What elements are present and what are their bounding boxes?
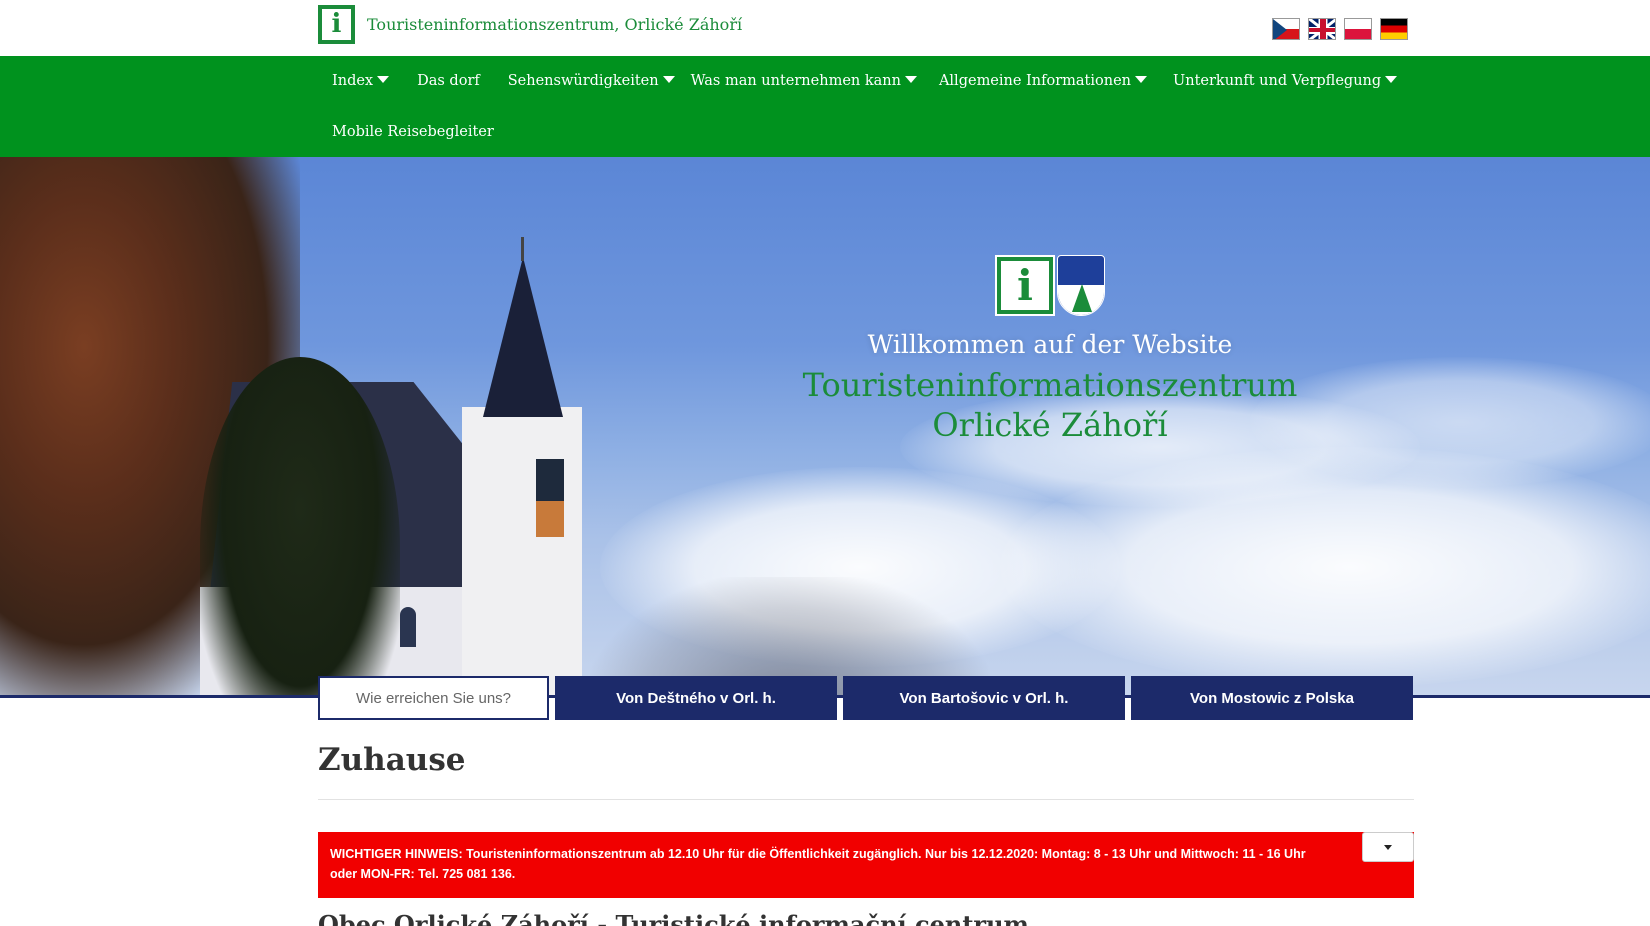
- section-heading: Obec Orlické Záhoří - Turistické informa…: [318, 910, 1029, 926]
- site-title[interactable]: Touristeninformationszentrum, Orlické Zá…: [367, 15, 742, 34]
- church-clock-base-image: [536, 501, 564, 537]
- caret-down-icon: [1385, 75, 1398, 83]
- caret-down-icon: [904, 75, 917, 83]
- de-flag-icon[interactable]: [1380, 18, 1408, 40]
- info-logo-icon: i: [318, 5, 355, 44]
- from-bartosovice-button[interactable]: Von Bartošovic v Orl. h.: [843, 676, 1125, 720]
- nav-row: Mobile Reisebegleiter: [318, 106, 508, 157]
- directions-buttons: Wie erreichen Sie uns? Von Deštného v Or…: [318, 676, 1413, 720]
- how-to-reach-us-button[interactable]: Wie erreichen Sie uns?: [318, 676, 549, 720]
- nav-item-mobile-reisebegleiter[interactable]: Mobile Reisebegleiter: [318, 106, 508, 157]
- hero-logos: i: [760, 255, 1340, 316]
- nav-item-das-dorf[interactable]: Das dorf: [403, 56, 494, 106]
- site-brand[interactable]: i Touristeninformationszentrum, Orlické …: [318, 5, 742, 44]
- church-tower-image: [462, 407, 582, 698]
- church-spire-image: [483, 257, 563, 417]
- info-logo-icon: i: [995, 255, 1055, 316]
- caret-down-icon: [662, 75, 675, 83]
- church-window-image: [400, 607, 416, 647]
- gb-flag-icon[interactable]: [1308, 18, 1336, 40]
- language-switcher: [1272, 18, 1408, 40]
- nav-item-index[interactable]: Index: [318, 56, 403, 106]
- main-navigation: Index Das dorf Sehenswürdigkeiten Was ma…: [0, 56, 1650, 157]
- nav-row: Index Das dorf Sehenswürdigkeiten Was ma…: [318, 56, 1411, 106]
- notice-toggle-button[interactable]: [1362, 832, 1414, 862]
- from-mostowice-button[interactable]: Von Mostowic z Polska: [1131, 676, 1413, 720]
- top-bar: i Touristeninformationszentrum, Orlické …: [0, 0, 1650, 56]
- caret-down-icon: [1135, 75, 1148, 83]
- hero-banner: i Willkommen auf der Website Touristenin…: [0, 157, 1650, 698]
- nav-item-unterkunft-und-verpflegung[interactable]: Unterkunft und Verpflegung: [1161, 56, 1411, 106]
- nav-item-sehenswuerdigkeiten[interactable]: Sehenswürdigkeiten: [494, 56, 689, 106]
- from-destne-button[interactable]: Von Deštného v Orl. h.: [555, 676, 837, 720]
- hero-content: i Willkommen auf der Website Touristenin…: [760, 255, 1340, 445]
- nav-item-was-man-unternehmen-kann[interactable]: Was man unternehmen kann: [689, 56, 931, 106]
- church-clock-image: [536, 459, 564, 501]
- caret-down-icon: [1384, 844, 1392, 850]
- important-notice-banner: WICHTIGER HINWEIS: Touristeninformations…: [318, 832, 1414, 898]
- nav-item-allgemeine-informationen[interactable]: Allgemeine Informationen: [931, 56, 1161, 106]
- hero-title-line: Touristeninformationszentrum: [802, 366, 1298, 404]
- notice-text: WICHTIGER HINWEIS: Touristeninformations…: [330, 847, 1306, 881]
- coat-of-arms-icon: [1057, 255, 1105, 316]
- caret-down-icon: [377, 75, 390, 83]
- divider: [318, 799, 1414, 800]
- page-title: Zuhause: [318, 742, 466, 778]
- cz-flag-icon[interactable]: [1272, 18, 1300, 40]
- hero-title-line: Orlické Záhoří: [932, 406, 1168, 444]
- hero-welcome-text: Willkommen auf der Website: [867, 330, 1233, 359]
- pl-flag-icon[interactable]: [1344, 18, 1372, 40]
- hero-title: Touristeninformationszentrum Orlické Záh…: [760, 365, 1340, 445]
- spire-cross-image: [521, 237, 524, 261]
